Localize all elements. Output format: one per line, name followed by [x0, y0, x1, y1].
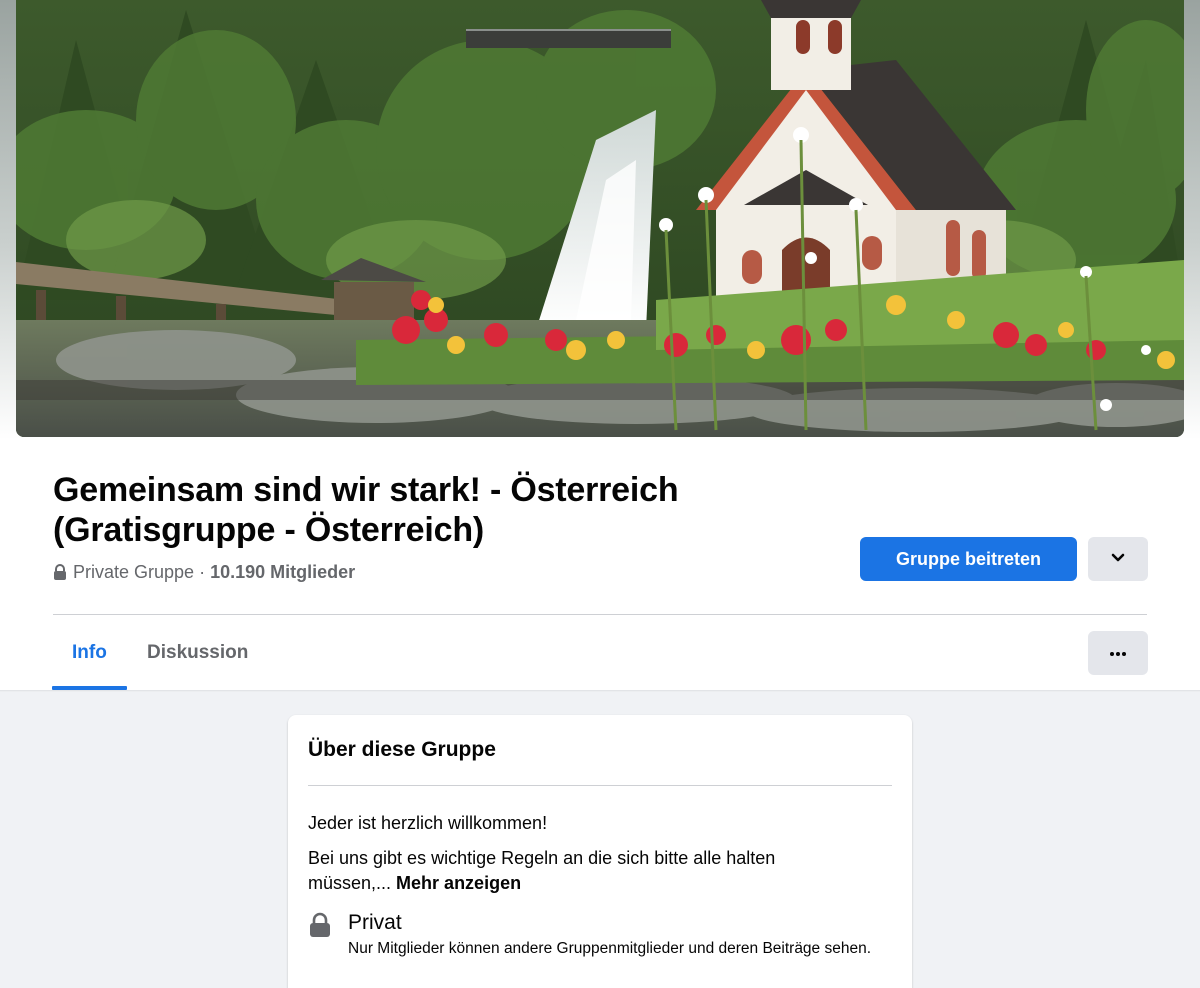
about-card: Über diese Gruppe Jeder ist herzlich wil… [288, 715, 912, 988]
lock-icon [309, 912, 331, 943]
group-title: Gemeinsam sind wir stark! - Österreich (… [53, 471, 679, 549]
about-description: Bei uns gibt es wichtige Regeln an die s… [308, 846, 848, 896]
chevron-down-icon [1111, 550, 1125, 568]
more-options-button[interactable] [1088, 631, 1148, 675]
privacy-label[interactable]: Private Gruppe [73, 561, 194, 583]
about-title: Über diese Gruppe [308, 738, 496, 761]
cover-photo[interactable] [16, 0, 1184, 437]
about-divider [308, 785, 892, 786]
lock-icon [53, 564, 67, 580]
join-group-button[interactable]: Gruppe beitreten [860, 537, 1077, 581]
ellipsis-icon [1109, 644, 1127, 662]
group-meta: Private Gruppe · 10.190 Mitglieder [53, 561, 355, 583]
cover-area [0, 0, 1200, 440]
header-shadow [0, 690, 1200, 692]
privacy-description: Nur Mitglieder können andere Gruppenmitg… [348, 940, 872, 957]
tab-discussion[interactable]: Diskussion [147, 640, 248, 666]
member-count[interactable]: 10.190 Mitglieder [210, 561, 355, 583]
tab-info[interactable]: Info [72, 640, 107, 666]
header-divider [53, 614, 1147, 615]
about-welcome: Jeder ist herzlich willkommen! [308, 813, 548, 833]
group-header: Gemeinsam sind wir stark! - Österreich (… [0, 0, 1200, 690]
group-options-dropdown-button[interactable] [1088, 537, 1148, 581]
about-description-text: Bei uns gibt es wichtige Regeln an die s… [308, 848, 776, 893]
meta-separator: · [194, 562, 211, 582]
privacy-title: Privat [348, 911, 402, 934]
see-more-link[interactable]: Mehr anzeigen [396, 873, 521, 893]
